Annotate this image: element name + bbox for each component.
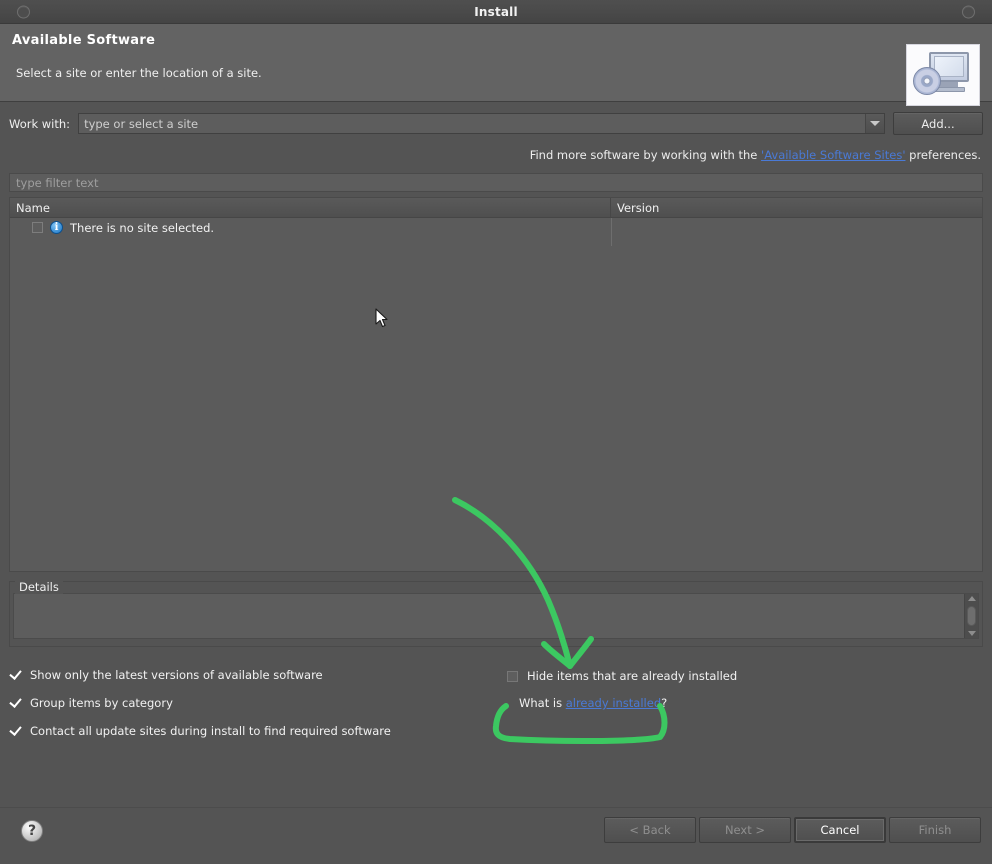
table-row[interactable]: There is no site selected. (10, 218, 982, 237)
checkbox-show-latest-versions[interactable] (9, 669, 22, 682)
help-question-icon[interactable] (21, 820, 43, 842)
page-subtitle: Select a site or enter the location of a… (16, 66, 262, 80)
install-dialog: Install Available Software Select a site… (0, 0, 992, 864)
page-title: Available Software (12, 33, 156, 48)
what-is-prefix: What is (519, 696, 566, 710)
option-label: Group items by category (30, 696, 173, 710)
find-more-suffix: preferences. (905, 148, 981, 162)
find-more-software-text: Find more software by working with the '… (9, 148, 983, 162)
option-contact-update-sites[interactable]: Contact all update sites during install … (9, 717, 983, 745)
column-header-version[interactable]: Version (611, 198, 982, 217)
work-with-label: Work with: (9, 116, 71, 131)
column-header-name[interactable]: Name (10, 198, 611, 217)
option-label: Hide items that are already installed (527, 669, 738, 683)
scroll-down-icon[interactable] (967, 631, 976, 636)
options-right-column: Hide items that are already installed Wh… (507, 669, 737, 710)
dialog-footer: < Back Next > Cancel Finish (0, 807, 992, 864)
scrollbar-thumb[interactable] (967, 606, 976, 626)
cancel-button[interactable]: Cancel (794, 817, 886, 843)
checkbox-contact-update-sites[interactable] (9, 725, 22, 738)
dialog-body: Work with: type or select a site Add... … (0, 102, 992, 807)
add-site-button[interactable]: Add... (893, 112, 983, 135)
footer-button-group: < Back Next > Cancel Finish (604, 817, 981, 843)
filter-placeholder: type filter text (16, 175, 99, 190)
details-scrollbar[interactable] (964, 594, 978, 638)
finish-button[interactable]: Finish (889, 817, 981, 843)
row-name-cell: There is no site selected. (70, 220, 215, 235)
filter-input[interactable]: type filter text (9, 173, 983, 192)
already-installed-link[interactable]: already installed (566, 696, 661, 710)
available-software-sites-link[interactable]: 'Available Software Sites' (761, 148, 905, 162)
dialog-header: Available Software Select a site or ente… (0, 24, 992, 106)
option-show-latest-versions[interactable]: Show only the latest versions of availab… (9, 661, 983, 689)
work-with-row: Work with: type or select a site Add... (9, 112, 983, 135)
row-checkbox[interactable] (32, 222, 43, 233)
install-monitor-cd-icon (906, 44, 980, 106)
back-button[interactable]: < Back (604, 817, 696, 843)
details-group: Details (9, 580, 983, 647)
what-is-suffix: ? (661, 696, 668, 710)
options-section: Show only the latest versions of availab… (9, 661, 983, 747)
window-title: Install (474, 4, 518, 19)
checkbox-hide-installed[interactable] (507, 670, 518, 682)
option-group-by-category[interactable]: Group items by category (9, 689, 983, 717)
option-label: Contact all update sites during install … (30, 724, 391, 738)
chevron-down-icon[interactable] (865, 114, 884, 133)
find-more-prefix: Find more software by working with the (529, 148, 762, 162)
table-header-row: Name Version (10, 198, 982, 218)
details-content (14, 594, 964, 638)
details-frame (9, 581, 983, 647)
details-legend: Details (15, 580, 63, 594)
checkbox-group-by-category[interactable] (9, 697, 22, 710)
window-close-icon[interactable] (962, 5, 975, 18)
table-body: There is no site selected. (10, 218, 982, 571)
scroll-up-icon[interactable] (967, 596, 976, 601)
option-label: Show only the latest versions of availab… (30, 668, 323, 682)
info-icon (50, 221, 63, 234)
title-bar: Install (0, 0, 992, 24)
next-button[interactable]: Next > (699, 817, 791, 843)
work-with-input[interactable]: type or select a site (79, 114, 865, 133)
details-panel[interactable] (13, 593, 979, 639)
what-is-already-installed-text: What is already installed? (519, 696, 737, 710)
work-with-combo[interactable]: type or select a site (78, 113, 885, 134)
option-hide-installed[interactable]: Hide items that are already installed (507, 669, 737, 683)
available-software-table: Name Version There is no site selected. (9, 197, 983, 572)
window-menu-icon[interactable] (17, 5, 30, 18)
